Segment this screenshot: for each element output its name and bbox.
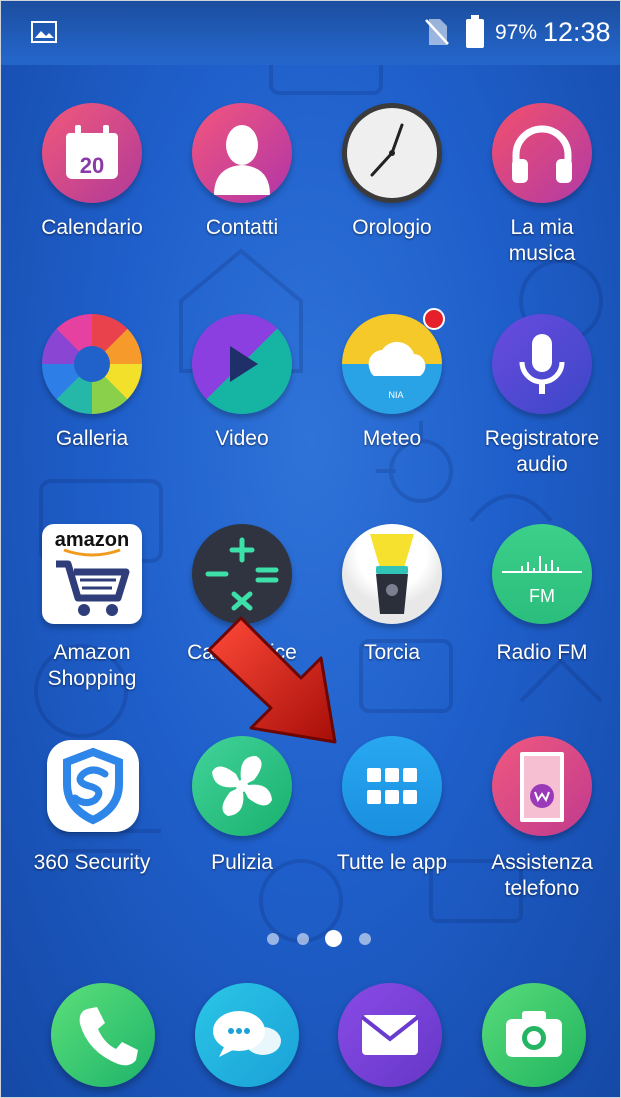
app-label: Amazon Shopping xyxy=(47,641,137,690)
radio-fm-icon: FM xyxy=(492,524,592,624)
page-dot[interactable] xyxy=(267,933,279,945)
battery-icon xyxy=(465,15,485,54)
app-label: Registratore audio xyxy=(484,427,600,476)
app-label: Video xyxy=(215,427,269,450)
app-pulizia[interactable]: Pulizia xyxy=(167,736,317,906)
app-contatti[interactable]: Contatti xyxy=(167,103,317,273)
image-notification-icon xyxy=(31,21,57,48)
app-radio-fm[interactable]: FM Radio FM xyxy=(467,524,617,694)
app-amazon-shopping[interactable]: amazon Amazon Shopping xyxy=(17,524,167,694)
app-label: Meteo xyxy=(362,427,422,450)
email-icon[interactable] xyxy=(338,983,442,1087)
app-calendario[interactable]: 20 Calendario xyxy=(17,103,167,273)
app-label: Assistenza telefono xyxy=(491,851,593,900)
app-la-mia-musica[interactable]: La mia musica xyxy=(467,103,617,273)
status-bar: 97% 12:38 xyxy=(1,1,620,65)
phone-icon[interactable] xyxy=(51,983,155,1087)
red-arrow-pointer-icon xyxy=(207,616,337,744)
app-360-security[interactable]: 360 Security xyxy=(17,736,167,906)
no-sim-icon xyxy=(425,17,449,52)
clock-icon xyxy=(342,103,442,203)
app-label: Galleria xyxy=(55,427,129,450)
app-label: La mia musica xyxy=(508,216,576,265)
app-registratore-audio[interactable]: Registratore audio xyxy=(467,314,617,484)
app-galleria[interactable]: Galleria xyxy=(17,314,167,484)
security-shield-icon xyxy=(47,740,139,832)
support-phone-icon xyxy=(492,736,592,836)
page-dot[interactable] xyxy=(297,933,309,945)
messages-icon[interactable] xyxy=(195,983,299,1087)
notification-badge xyxy=(423,308,445,330)
home-screen: 97% 12:38 20 Calendario Contatti Orologi… xyxy=(0,0,621,1098)
contacts-icon xyxy=(192,103,292,203)
app-grid-icon xyxy=(342,736,442,836)
app-label: Pulizia xyxy=(211,851,273,874)
app-video[interactable]: Video xyxy=(167,314,317,484)
radio-brand: FM xyxy=(529,586,555,606)
app-orologio[interactable]: Orologio xyxy=(317,103,467,273)
calendar-day: 20 xyxy=(80,153,104,178)
app-label: Calendario xyxy=(41,216,143,239)
weather-icon: NIA xyxy=(342,314,442,414)
app-label: Tutte le app xyxy=(336,851,448,874)
video-play-icon xyxy=(192,314,292,414)
app-label: Orologio xyxy=(352,216,432,239)
microphone-icon xyxy=(492,314,592,414)
camera-icon[interactable] xyxy=(482,983,586,1087)
page-dot-active[interactable] xyxy=(325,930,342,947)
app-label: Radio FM xyxy=(496,641,588,664)
amazon-brand: amazon xyxy=(55,529,129,551)
app-label: Contatti xyxy=(205,216,279,239)
gallery-icon xyxy=(42,314,142,414)
calendar-icon: 20 xyxy=(42,103,142,203)
app-tutte-le-app[interactable]: Tutte le app xyxy=(317,736,467,906)
app-meteo[interactable]: NIA Meteo xyxy=(317,308,467,484)
flashlight-icon xyxy=(342,524,442,624)
amazon-cart-icon: amazon xyxy=(42,524,142,624)
headphones-icon xyxy=(492,103,592,203)
weather-brand: NIA xyxy=(388,390,403,400)
app-assistenza-telefono[interactable]: Assistenza telefono xyxy=(467,736,617,906)
app-label: 360 Security xyxy=(33,851,151,874)
battery-percent: 97% xyxy=(495,21,538,44)
clock-time: 12:38 xyxy=(543,17,611,47)
page-dot[interactable] xyxy=(359,933,371,945)
